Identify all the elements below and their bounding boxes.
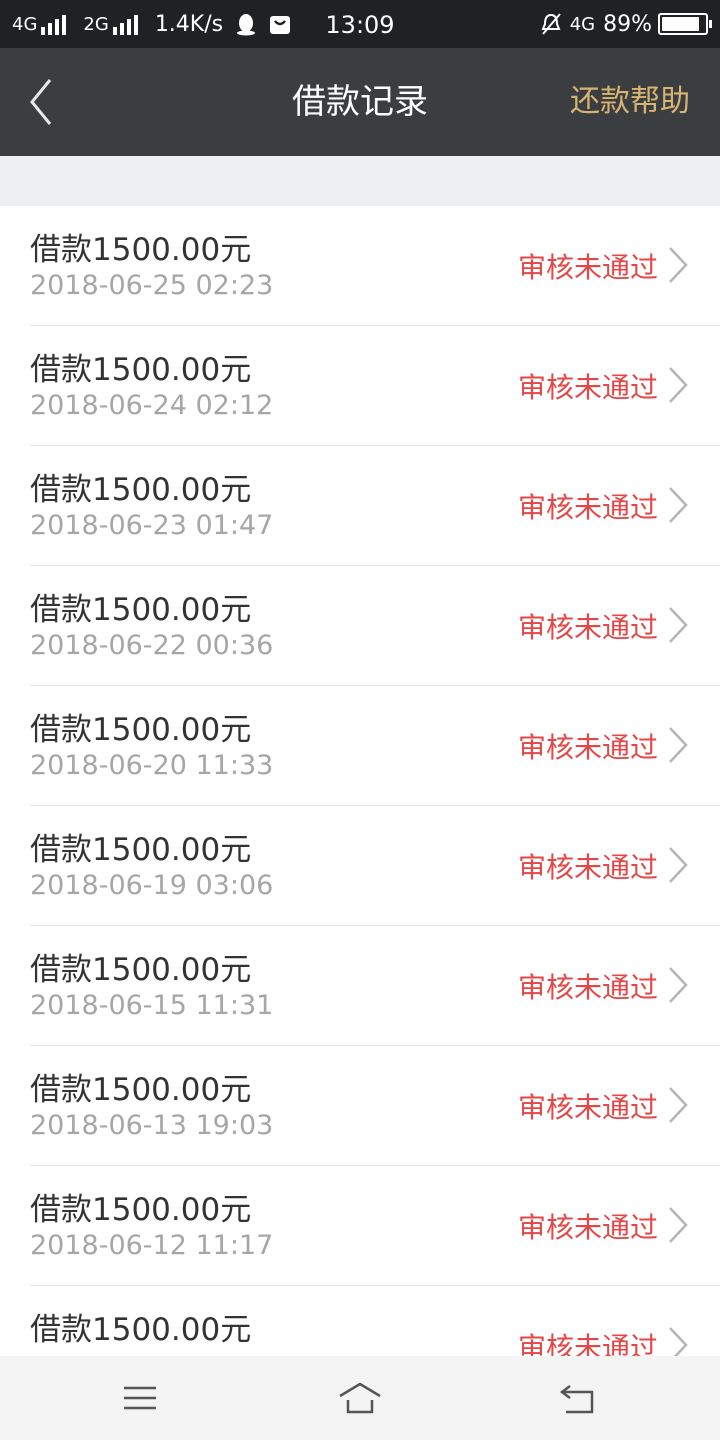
loan-date: 2018-06-15 11:31	[30, 990, 274, 1021]
list-item[interactable]: 借款1500.00元 2018-06-19 03:06 审核未通过	[30, 806, 720, 926]
chevron-right-icon	[669, 1207, 688, 1243]
status-bar: 4G 2G 1.4K/s 13:09 4G 89%	[0, 0, 720, 48]
list-item[interactable]: 借款1500.00元 2018-06-23 01:47 审核未通过	[30, 446, 720, 566]
status-badge: 审核未通过	[517, 1091, 658, 1124]
status-right: 4G 89%	[540, 0, 712, 48]
list-item[interactable]: 借款1500.00元 2018-06-13 19:03 审核未通过	[30, 1046, 720, 1166]
network-label-3: 4G	[569, 13, 596, 35]
loan-amount: 借款1500.00元	[30, 1192, 252, 1228]
section-gap	[0, 156, 720, 206]
chevron-right-icon	[669, 1087, 688, 1123]
system-nav-bar	[0, 1356, 720, 1440]
status-badge: 审核未通过	[517, 251, 658, 284]
list-item[interactable]: 借款1500.00元 2018-06-22 00:36 审核未通过	[30, 566, 720, 686]
loan-date: 2018-06-25 02:23	[30, 270, 274, 301]
chevron-right-icon	[669, 1327, 688, 1356]
status-badge: 审核未通过	[517, 851, 658, 884]
chevron-right-icon	[669, 967, 688, 1003]
loan-date: 2018-06-22 00:36	[30, 630, 274, 661]
loan-amount: 借款1500.00元	[30, 472, 252, 508]
loan-amount: 借款1500.00元	[30, 952, 252, 988]
loan-amount: 借款1500.00元	[30, 592, 252, 628]
chevron-right-icon	[669, 727, 688, 763]
loan-amount: 借款1500.00元	[30, 232, 252, 268]
battery-percent: 89%	[603, 11, 652, 37]
list-item[interactable]: 借款1500.00元 2018-06-20 11:33 审核未通过	[30, 686, 720, 806]
loan-date: 2018-06-20 11:33	[30, 750, 274, 781]
status-badge: 审核未通过	[517, 491, 658, 524]
status-badge: 审核未通过	[517, 1331, 658, 1356]
list-item[interactable]: 借款1500.00元 2018-06-12 11:17 审核未通过	[30, 1166, 720, 1286]
chevron-right-icon	[669, 367, 688, 403]
list-item[interactable]: 借款1500.00元 2018-06-25 02:23 审核未通过	[30, 206, 720, 326]
mute-bell-icon	[541, 13, 561, 35]
nav-bar: 借款记录 还款帮助	[0, 48, 720, 156]
list-item[interactable]: 借款1500.00元 审核未通过	[30, 1286, 720, 1356]
loan-date: 2018-06-23 01:47	[30, 510, 274, 541]
loan-amount: 借款1500.00元	[30, 832, 252, 868]
battery-icon	[658, 13, 712, 35]
status-badge: 审核未通过	[517, 731, 658, 764]
status-badge: 审核未通过	[517, 1211, 658, 1244]
menu-icon[interactable]	[118, 1378, 162, 1418]
chevron-right-icon	[669, 607, 688, 643]
list-item[interactable]: 借款1500.00元 2018-06-15 11:31 审核未通过	[30, 926, 720, 1046]
chevron-right-icon	[669, 847, 688, 883]
home-icon[interactable]	[338, 1378, 382, 1418]
loan-record-list: 借款1500.00元 2018-06-25 02:23 审核未通过 借款1500…	[0, 206, 720, 1356]
return-icon[interactable]	[556, 1378, 600, 1418]
repayment-help-link[interactable]: 还款帮助	[570, 48, 690, 156]
loan-date: 2018-06-13 19:03	[30, 1110, 274, 1141]
loan-amount: 借款1500.00元	[30, 1312, 252, 1348]
chevron-right-icon	[669, 247, 688, 283]
status-badge: 审核未通过	[517, 371, 658, 404]
status-badge: 审核未通过	[517, 971, 658, 1004]
status-badge: 审核未通过	[517, 611, 658, 644]
loan-amount: 借款1500.00元	[30, 712, 252, 748]
chevron-right-icon	[669, 487, 688, 523]
loan-date: 2018-06-24 02:12	[30, 390, 274, 421]
loan-amount: 借款1500.00元	[30, 1072, 252, 1108]
loan-amount: 借款1500.00元	[30, 352, 252, 388]
loan-date: 2018-06-19 03:06	[30, 870, 274, 901]
list-item[interactable]: 借款1500.00元 2018-06-24 02:12 审核未通过	[30, 326, 720, 446]
loan-date: 2018-06-12 11:17	[30, 1230, 274, 1261]
